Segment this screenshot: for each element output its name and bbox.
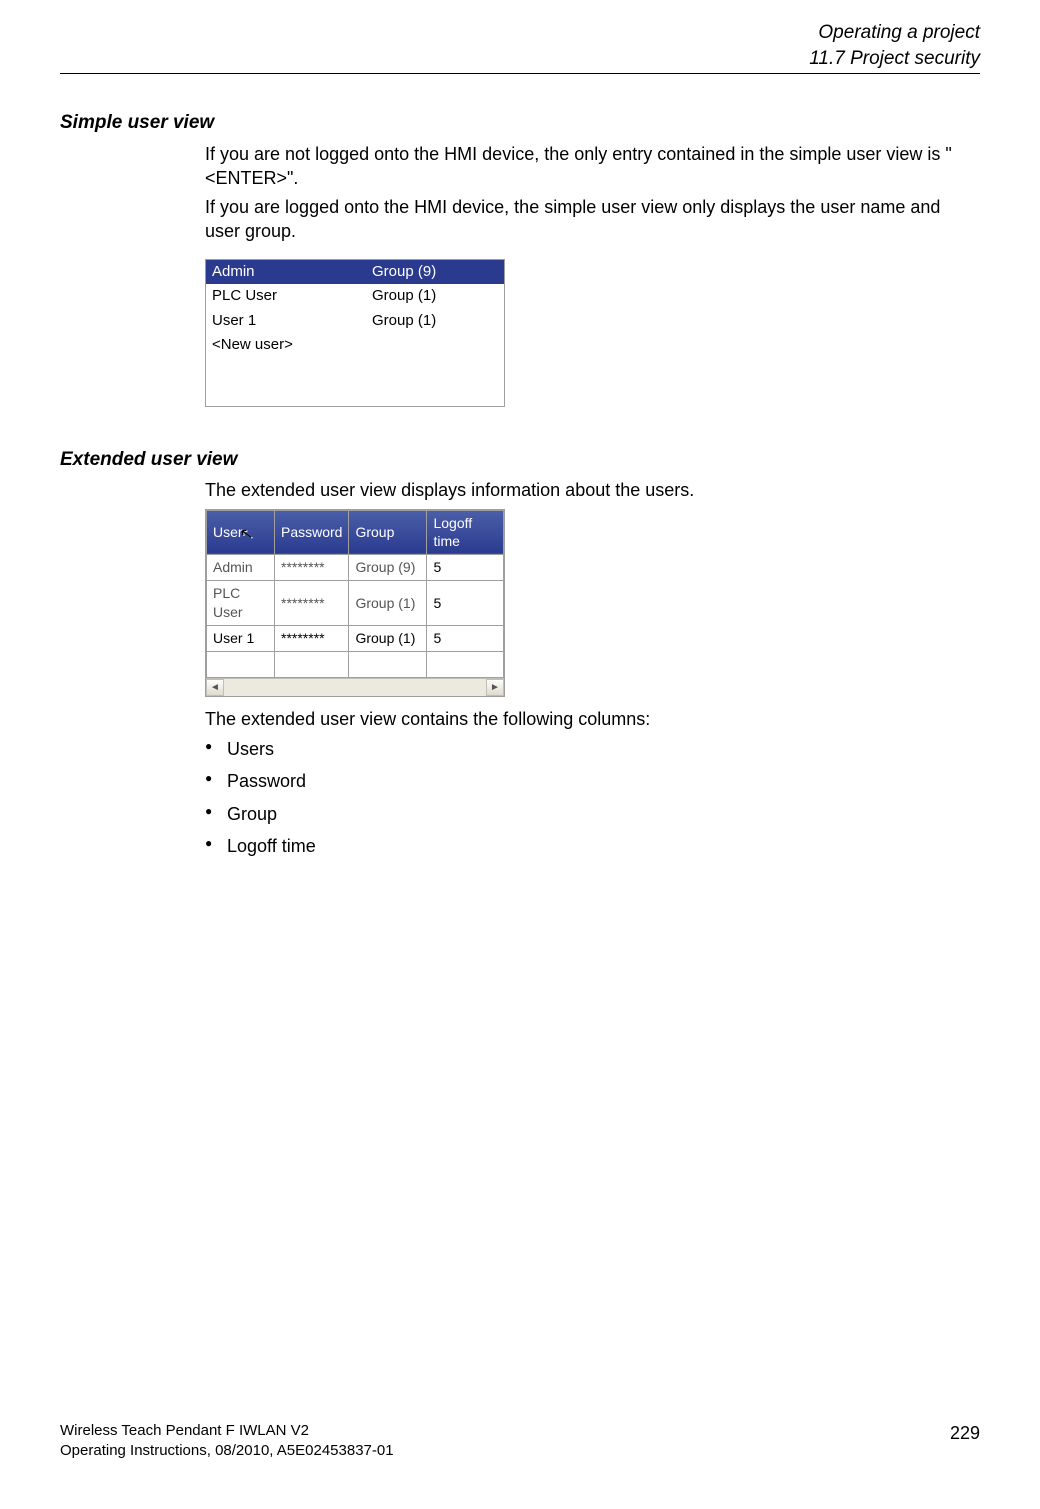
col-header-logoff[interactable]: Logoff time — [427, 510, 504, 555]
scroll-left-icon[interactable]: ◄ — [206, 679, 224, 696]
footer-docinfo: Operating Instructions, 08/2010, A5E0245… — [60, 1441, 394, 1461]
list-item[interactable]: <New user> — [206, 333, 504, 357]
header-section: 11.7 Project security — [60, 46, 980, 72]
simple-paragraph-2: If you are logged onto the HMI device, t… — [205, 195, 980, 244]
cell-password: ******** — [275, 581, 349, 626]
cell-password: ******** — [275, 626, 349, 652]
scroll-track[interactable] — [224, 679, 486, 696]
running-header: Operating a project 11.7 Project securit… — [60, 20, 980, 74]
col-header-group[interactable]: Group — [349, 510, 427, 555]
cell-logoff: 5 — [427, 581, 504, 626]
user-cell: Admin — [212, 262, 372, 282]
list-item-logoff: Logoff time — [205, 834, 980, 858]
heading-simple-user-view: Simple user view — [60, 110, 980, 136]
cell-group: Group (1) — [349, 581, 427, 626]
cell-user: User 1 — [207, 626, 275, 652]
table-row[interactable]: Admin ******** Group (9) 5 — [207, 555, 504, 581]
cell-logoff: 5 — [427, 555, 504, 581]
cell-logoff: 5 — [427, 626, 504, 652]
extended-columns-intro: The extended user view contains the foll… — [205, 707, 980, 731]
scroll-right-icon[interactable]: ► — [486, 679, 504, 696]
cell-user: PLC User — [207, 581, 275, 626]
list-item-empty — [206, 357, 504, 381]
extended-paragraph-1: The extended user view displays informat… — [205, 478, 980, 502]
cell-group: Group (9) — [349, 555, 427, 581]
group-cell — [372, 335, 498, 355]
heading-extended-user-view: Extended user view — [60, 447, 980, 473]
group-cell: Group (1) — [372, 311, 498, 331]
page-number: 229 — [950, 1421, 980, 1445]
list-item[interactable]: PLC User Group (1) — [206, 284, 504, 308]
group-cell: Group (9) — [372, 262, 498, 282]
extended-user-view-widget[interactable]: ↖ User Password Group Logoff time Admin … — [205, 509, 505, 697]
table-row-empty: . — [207, 651, 504, 677]
table-row[interactable]: PLC User ******** Group (1) 5 — [207, 581, 504, 626]
list-item[interactable]: Admin Group (9) — [206, 260, 504, 284]
simple-paragraph-1: If you are not logged onto the HMI devic… — [205, 142, 980, 191]
user-cell: PLC User — [212, 286, 372, 306]
list-item-empty — [206, 381, 504, 405]
table-row[interactable]: User 1 ******** Group (1) 5 — [207, 626, 504, 652]
footer-product: Wireless Teach Pendant F IWLAN V2 — [60, 1421, 394, 1441]
simple-user-view-widget[interactable]: Admin Group (9) PLC User Group (1) User … — [205, 259, 505, 407]
column-list: Users Password Group Logoff time — [205, 737, 980, 858]
horizontal-scrollbar[interactable]: ◄ ► — [206, 678, 504, 696]
user-cell: <New user> — [212, 335, 372, 355]
list-item[interactable]: User 1 Group (1) — [206, 309, 504, 333]
list-item-password: Password — [205, 769, 980, 793]
user-cell: User 1 — [212, 311, 372, 331]
list-item-users: Users — [205, 737, 980, 761]
cell-group: Group (1) — [349, 626, 427, 652]
list-item-group: Group — [205, 802, 980, 826]
header-chapter: Operating a project — [60, 20, 980, 46]
group-cell: Group (1) — [372, 286, 498, 306]
cell-password: ******** — [275, 555, 349, 581]
cell-user: Admin — [207, 555, 275, 581]
col-header-password[interactable]: Password — [275, 510, 349, 555]
page-footer: Wireless Teach Pendant F IWLAN V2 Operat… — [60, 1420, 980, 1462]
